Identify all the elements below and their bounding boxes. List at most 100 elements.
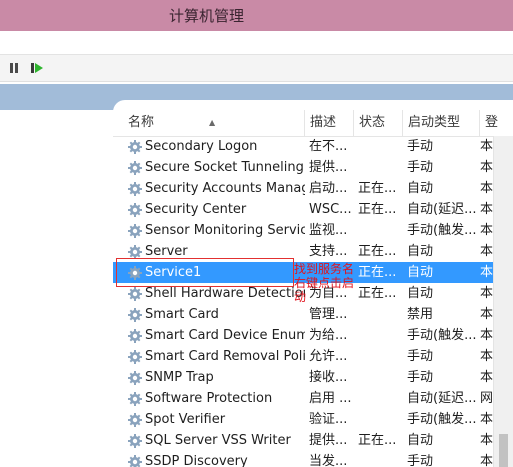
gear-icon (127, 409, 143, 430)
service-name: Smart Card Removal Poli... (145, 349, 305, 364)
service-startup-type: 手动 (407, 349, 434, 364)
table-row[interactable]: Software Protection 启用 ... 自动(延迟... 网 (113, 388, 493, 409)
scrollbar-thumb[interactable] (499, 434, 508, 467)
service-description: 为给... (309, 328, 348, 343)
list-header: 名称 ▲ 描述 状态 启动类型 登 (113, 110, 513, 137)
service-name: Smart Card Device Enum... (145, 328, 305, 343)
service-startup-type: 手动 (407, 160, 434, 175)
gear-icon (127, 346, 143, 367)
service-status (358, 304, 402, 325)
service-name: Secure Socket Tunneling ... (145, 160, 305, 175)
service-status (358, 388, 402, 409)
service-description: 在不... (309, 139, 348, 154)
service-startup-type: 自动 (407, 244, 434, 259)
service-name: Security Center (145, 202, 247, 217)
annotation-text: 找到服务名右键点击启动 (294, 262, 355, 304)
vertical-scrollbar[interactable] (493, 136, 513, 467)
column-header-description[interactable]: 描述 (305, 110, 354, 136)
service-status: 正在... (358, 181, 397, 196)
service-name: Smart Card (145, 307, 219, 322)
column-header-name[interactable]: 名称 ▲ (113, 110, 305, 136)
service-status: 正在... (358, 433, 397, 448)
pause-icon[interactable] (5, 59, 23, 77)
restart-icon[interactable] (28, 59, 46, 77)
table-row[interactable]: Spot Verifier 验证... 手动(触发... 本 (113, 409, 493, 430)
gear-icon (127, 220, 143, 241)
service-name: Sensor Monitoring Service (145, 223, 305, 238)
table-row[interactable]: Smart Card Removal Poli... 允许... 手动本 (113, 346, 493, 367)
service-description: 监视... (309, 223, 348, 238)
gear-icon (127, 367, 143, 388)
table-row[interactable]: Secondary Logon 在不... 手动本 (113, 136, 493, 157)
gear-icon (127, 157, 143, 178)
service-description: 支持... (309, 244, 348, 259)
table-row[interactable]: Security Accounts Manag... 启动... 正在... 自动本 (113, 178, 493, 199)
service-status (358, 451, 402, 467)
service-status: 正在... (358, 286, 397, 301)
service-name: SQL Server VSS Writer (145, 433, 291, 448)
service-startup-type: 手动 (407, 370, 434, 385)
table-row[interactable]: Smart Card Device Enum... 为给... 手动(触发... 本 (113, 325, 493, 346)
service-startup-type: 自动(延迟... (407, 391, 477, 406)
table-row[interactable]: SSDP Discovery 当发... 手动本 (113, 451, 493, 467)
service-name: Security Accounts Manag... (145, 181, 305, 196)
service-startup-type: 手动 (407, 454, 434, 467)
sort-ascending-icon: ▲ (209, 118, 216, 127)
service-description: 启动... (309, 181, 348, 196)
service-description: WSC... (309, 202, 352, 217)
gear-icon (127, 430, 143, 451)
table-row[interactable]: Security Center WSC... 正在... 自动(延迟... 本 (113, 199, 493, 220)
service-status (358, 409, 402, 430)
title-bar: 计算机管理 (0, 0, 513, 31)
navigation-pane (0, 110, 120, 467)
gear-icon (127, 178, 143, 199)
gear-icon (127, 451, 143, 467)
service-startup-type: 自动 (407, 265, 434, 280)
service-description: 验证... (309, 412, 348, 427)
service-name: Secondary Logon (145, 139, 258, 154)
service-startup-type: 自动 (407, 181, 434, 196)
service-status: 正在... (358, 202, 397, 217)
service-startup-type: 手动(触发... (407, 412, 477, 427)
service-description: 接收... (309, 370, 348, 385)
service-name: Spot Verifier (145, 412, 226, 427)
window-title: 计算机管理 (168, 7, 244, 25)
gear-icon (127, 304, 143, 325)
service-startup-type: 手动(触发... (407, 328, 477, 343)
gear-icon (127, 136, 143, 157)
service-status (358, 136, 402, 157)
menu-bar (0, 31, 513, 55)
column-header-logon[interactable]: 登 (480, 110, 513, 136)
service-status (358, 367, 402, 388)
service-startup-type: 自动(延迟... (407, 202, 477, 217)
table-row[interactable]: SNMP Trap 接收... 手动本 (113, 367, 493, 388)
table-row[interactable]: Sensor Monitoring Service 监视... 手动(触发... 本 (113, 220, 493, 241)
service-startup-type: 禁用 (407, 307, 434, 322)
table-row[interactable]: Secure Socket Tunneling ... 提供... 手动本 (113, 157, 493, 178)
service-name: Software Protection (145, 391, 273, 406)
service-status: 正在... (358, 265, 397, 280)
table-row[interactable]: SQL Server VSS Writer 提供... 正在... 自动本 (113, 430, 493, 451)
service-startup-type: 手动 (407, 139, 434, 154)
service-startup-type: 自动 (407, 286, 434, 301)
column-header-startup-type[interactable]: 启动类型 (403, 110, 480, 136)
service-status: 正在... (358, 244, 397, 259)
service-status (358, 220, 402, 241)
service-description: 提供... (309, 160, 348, 175)
service-status (358, 325, 402, 346)
column-header-status[interactable]: 状态 (354, 110, 403, 136)
service-status (358, 346, 402, 367)
highlight-box (116, 258, 294, 287)
service-status (358, 157, 402, 178)
service-description: 提供... (309, 433, 348, 448)
gear-icon (127, 199, 143, 220)
service-description: 管理... (309, 307, 348, 322)
gear-icon (127, 388, 143, 409)
service-name: SSDP Discovery (145, 454, 248, 467)
gear-icon (127, 325, 143, 346)
table-row[interactable]: Smart Card 管理... 禁用本 (113, 304, 493, 325)
service-startup-type: 手动(触发... (407, 223, 477, 238)
service-startup-type: 自动 (407, 433, 434, 448)
service-name: SNMP Trap (145, 370, 214, 385)
service-description: 当发... (309, 454, 348, 467)
